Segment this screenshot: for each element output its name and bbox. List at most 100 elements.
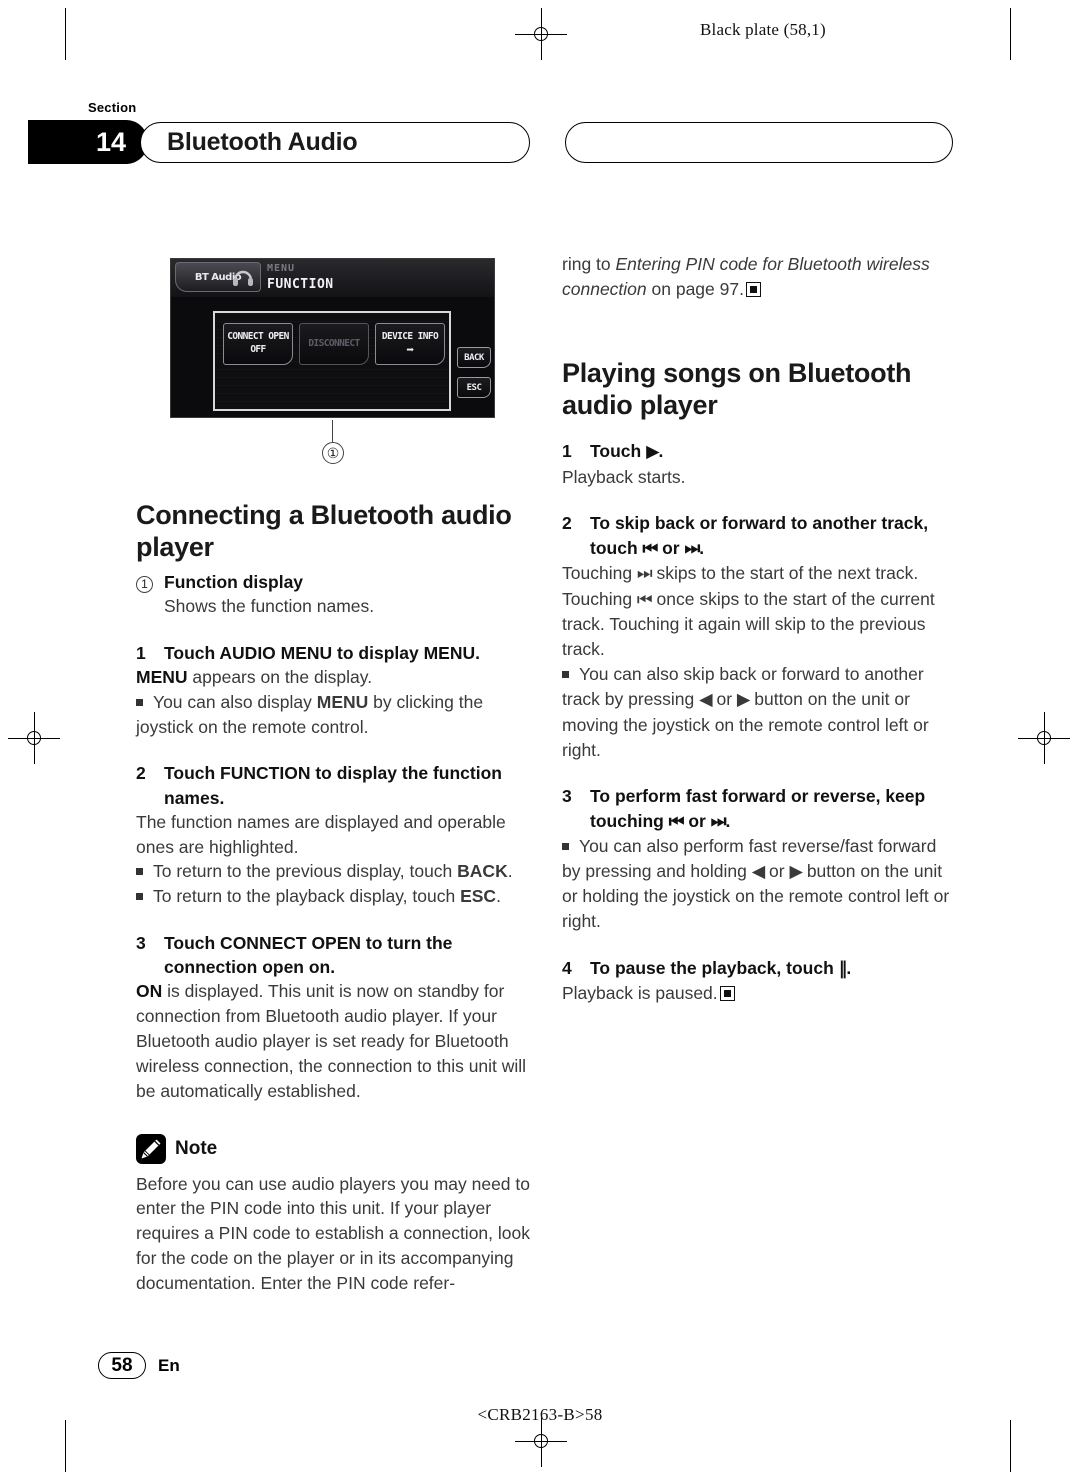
crop-mark-bottom-right bbox=[1010, 1420, 1011, 1472]
section-title-pill: Bluetooth Audio bbox=[140, 122, 530, 163]
callout-entry-1-marker: 1 bbox=[136, 570, 164, 594]
callout-marker-1: ① bbox=[322, 442, 344, 464]
black-plate-label: Black plate (58,1) bbox=[700, 20, 826, 39]
left-step-1-title: Touch AUDIO MENU to display MENU. bbox=[164, 642, 480, 663]
right-step-4-number: 4 bbox=[562, 958, 572, 979]
registration-mark-top bbox=[515, 8, 567, 60]
right-step-2-title-pre: To skip back or forward to another track… bbox=[590, 513, 929, 558]
right-step-4-title-post: . bbox=[846, 958, 852, 979]
left-step-1-body-bold: MENU bbox=[136, 666, 188, 687]
right-step-1-title-post: . bbox=[658, 441, 664, 462]
left-triangle-icon: ◀ bbox=[751, 861, 766, 882]
right-step-3-bullet: You can also perform fast reverse/fast f… bbox=[562, 834, 958, 934]
device-button-connect-open[interactable]: CONNECT OPEN OFF bbox=[223, 323, 293, 365]
bullet-square-icon bbox=[562, 671, 569, 679]
callout-entry-1-title: Function display bbox=[164, 571, 304, 592]
right-triangle-icon: ▶ bbox=[736, 689, 751, 710]
left-triangle-icon: ◀ bbox=[699, 689, 713, 710]
right-heading: Playing songs on Bluetooth audio player bbox=[562, 357, 912, 420]
header-pill-right bbox=[565, 122, 953, 163]
right-step-1-number: 1 bbox=[562, 441, 572, 462]
left-step-1-bullet-pre: You can also display bbox=[153, 691, 317, 712]
right-step-2-bullet-b: or bbox=[711, 688, 737, 709]
skip-next-icon: ⏭ bbox=[710, 811, 727, 832]
left-step-3-title: Touch CONNECT OPEN to turn the connectio… bbox=[164, 933, 453, 978]
right-step-4-body-text: Playback is paused. bbox=[562, 983, 718, 1004]
device-button-device-info[interactable]: DEVICE INFO ➡ bbox=[375, 323, 445, 365]
left-step-2: 2 Touch FUNCTION to display the function… bbox=[136, 761, 532, 809]
right-column: ring to Entering PIN code for Bluetooth … bbox=[562, 252, 958, 1006]
right-step-3-title: To perform fast forward or reverse, keep… bbox=[590, 784, 958, 833]
note-continuation-pre: ring to bbox=[562, 254, 616, 274]
right-step-1-title: Touch ▶. bbox=[590, 439, 958, 464]
left-step-1-body-rest: appears on the display. bbox=[187, 666, 373, 687]
left-step-3: 3 Touch CONNECT OPEN to turn the connect… bbox=[136, 931, 532, 979]
page-number: 58 bbox=[111, 1354, 133, 1376]
note-continuation: ring to Entering PIN code for Bluetooth … bbox=[562, 252, 958, 302]
device-screenshot-figure: BT Audio MENU FUNCTION CONNECT OPEN OFF … bbox=[170, 258, 495, 418]
device-function-panel: CONNECT OPEN OFF DISCONNECT DEVICE INFO … bbox=[213, 311, 451, 411]
skip-next-icon: ⏭ bbox=[684, 538, 700, 559]
callout-entry-1: 1 Function display bbox=[136, 570, 532, 594]
registration-mark-right bbox=[1018, 712, 1070, 764]
pencil-icon bbox=[136, 1133, 166, 1164]
device-button-connect-open-line2: OFF bbox=[250, 344, 266, 355]
skip-next-icon: ⏭ bbox=[636, 563, 653, 584]
left-step-2-bullet-2: To return to the playback display, touch… bbox=[136, 884, 532, 909]
right-step-4-title-pre: To pause the playback, touch bbox=[590, 958, 839, 979]
left-step-3-body-bold: ON bbox=[136, 981, 163, 1002]
bullet-square-icon bbox=[136, 868, 143, 876]
page-title: Bluetooth Audio bbox=[167, 128, 358, 156]
left-step-2-bullet-1: To return to the previous display, touch… bbox=[136, 859, 532, 884]
right-step-1-body: Playback starts. bbox=[562, 466, 686, 487]
device-button-connect-open-line1: CONNECT OPEN bbox=[227, 331, 289, 343]
left-step-2-bullet-2-bold: ESC bbox=[460, 886, 497, 907]
left-step-2-bullet-1-pre: To return to the previous display, touch bbox=[153, 861, 458, 882]
device-source-tab: BT Audio bbox=[175, 262, 261, 292]
page-language: En bbox=[158, 1356, 180, 1375]
device-button-disconnect[interactable]: DISCONNECT bbox=[299, 323, 369, 365]
crop-mark-bottom-left bbox=[65, 1420, 66, 1472]
section-number: 14 bbox=[95, 126, 126, 157]
device-button-esc[interactable]: ESC bbox=[457, 377, 491, 398]
left-step-3-body-rest: is displayed. This unit is now on standb… bbox=[136, 981, 527, 1101]
right-step-1-title-pre: Touch bbox=[590, 441, 647, 462]
left-step-1: 1 Touch AUDIO MENU to display MENU. bbox=[136, 641, 532, 665]
bullet-square-icon bbox=[562, 842, 569, 850]
note-continuation-post: on page 97. bbox=[646, 278, 744, 299]
play-icon: ▶ bbox=[646, 442, 660, 463]
end-of-note-icon bbox=[745, 281, 761, 297]
left-step-2-bullet-1-bold: BACK bbox=[457, 861, 508, 882]
right-step-2-number: 2 bbox=[562, 513, 572, 534]
document-code: <CRB2163-B>58 bbox=[477, 1405, 603, 1424]
page-number-pill: 58 bbox=[98, 1352, 146, 1379]
left-step-2-bullet-1-post: . bbox=[507, 861, 513, 882]
right-step-3-title-post: . bbox=[725, 810, 731, 831]
right-step-3-bullet-b: or bbox=[764, 860, 790, 881]
left-step-1-bullet: You can also display MENU by clicking th… bbox=[136, 690, 532, 740]
device-button-back[interactable]: BACK bbox=[457, 347, 491, 368]
bullet-square-icon bbox=[136, 893, 143, 901]
note-text: Before you can use audio players you may… bbox=[136, 1173, 530, 1293]
bullet-square-icon bbox=[136, 698, 143, 706]
left-step-2-bullet-2-post: . bbox=[496, 886, 501, 907]
section-number-tab: 14 bbox=[28, 120, 148, 164]
right-step-2-title: To skip back or forward to another track… bbox=[590, 511, 958, 560]
right-step-4-title: To pause the playback, touch ‖. bbox=[590, 956, 958, 981]
right-step-3: 3 To perform fast forward or reverse, ke… bbox=[562, 784, 958, 833]
section-word-label: Section bbox=[88, 100, 137, 115]
left-step-1-number: 1 bbox=[136, 642, 146, 663]
right-step-4-body: Playback is paused. bbox=[562, 981, 958, 1006]
left-step-2-bullet-2-pre: To return to the playback display, touch bbox=[153, 886, 461, 907]
note-header: Note bbox=[136, 1133, 532, 1164]
note-label: Note bbox=[175, 1137, 218, 1159]
right-step-2-title-post: . bbox=[699, 537, 705, 558]
right-arrow-icon: ➡ bbox=[406, 342, 414, 358]
right-step-2: 2 To skip back or forward to another tra… bbox=[562, 511, 958, 560]
right-step-2-title-mid: or bbox=[657, 537, 685, 558]
right-step-4: 4 To pause the playback, touch ‖. bbox=[562, 956, 958, 981]
skip-previous-icon: ⏮ bbox=[642, 538, 659, 559]
crop-mark-top-right bbox=[1010, 8, 1011, 60]
device-button-disconnect-line1: DISCONNECT bbox=[308, 337, 360, 349]
left-heading: Connecting a Bluetooth audio player bbox=[136, 500, 512, 562]
